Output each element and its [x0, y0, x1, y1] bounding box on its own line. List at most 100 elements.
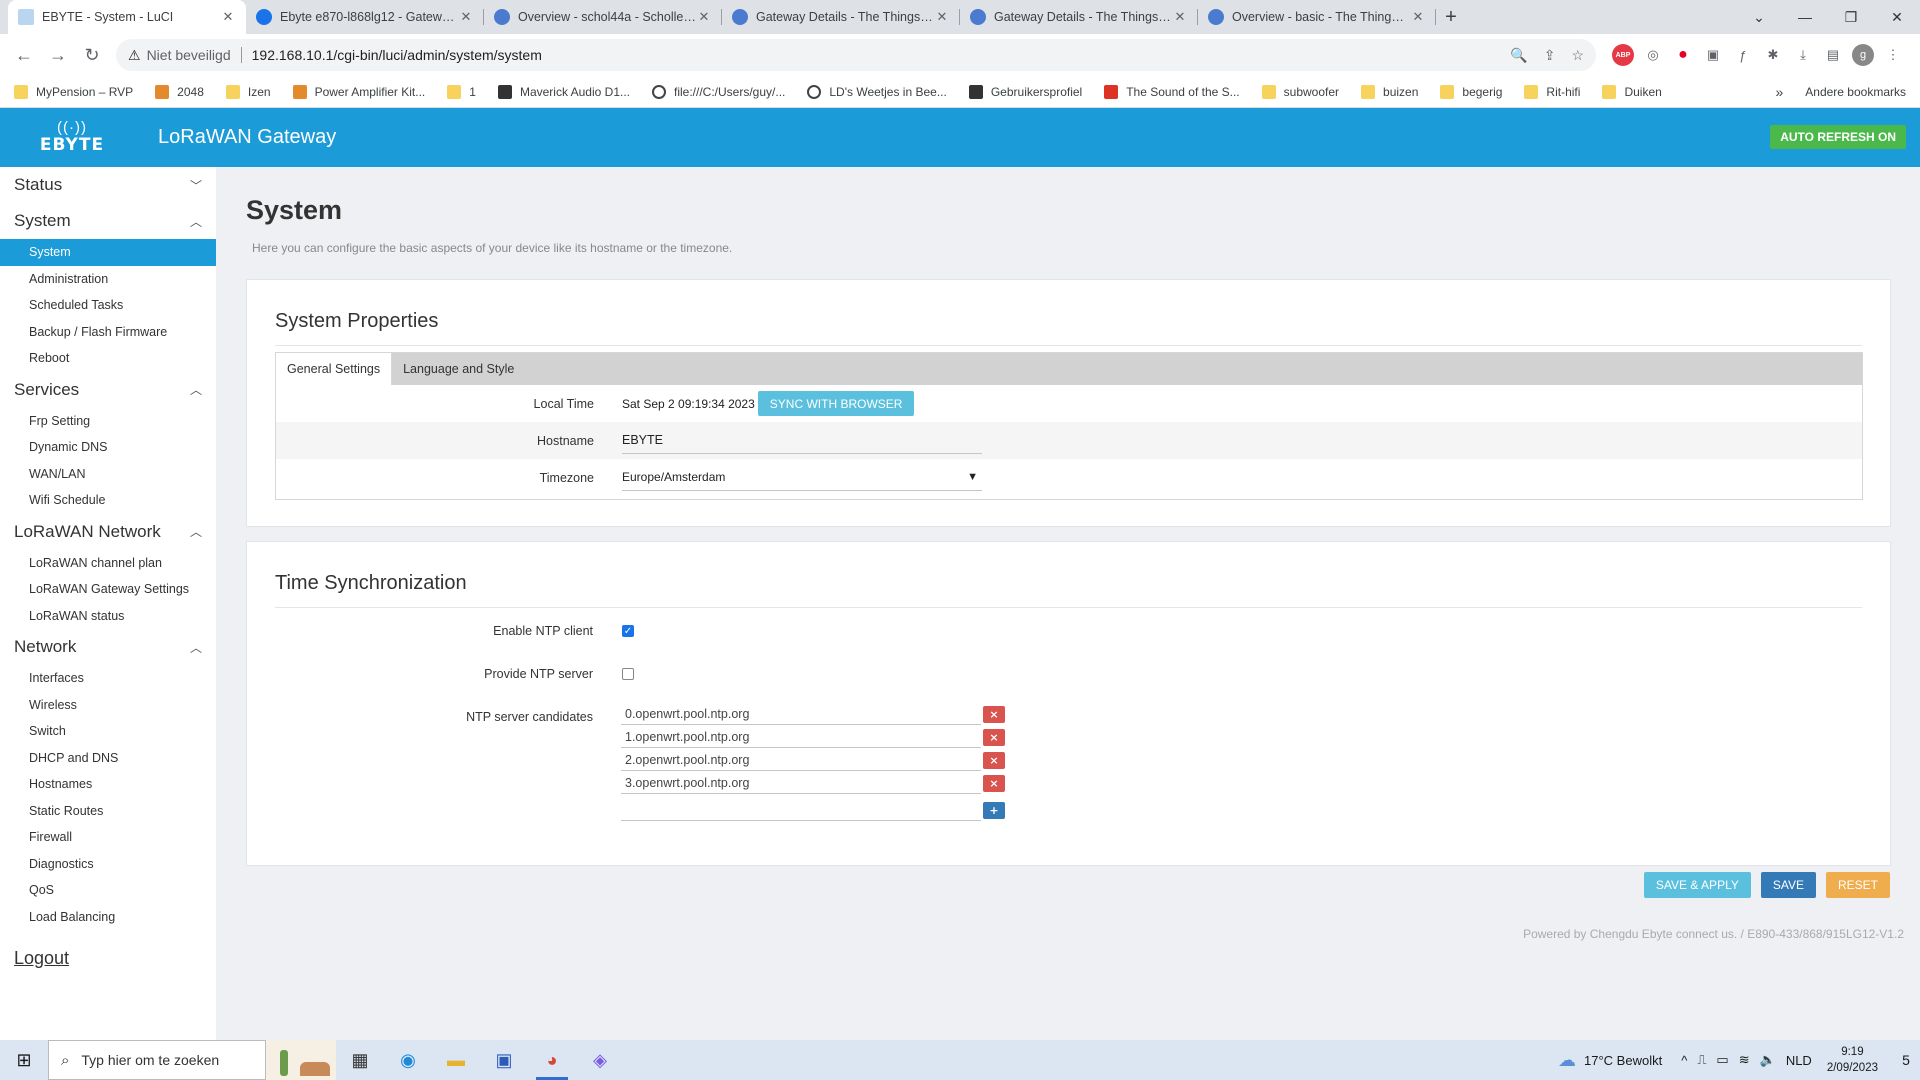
sidebar-item-frp-setting[interactable]: Frp Setting	[0, 408, 216, 435]
logout-link[interactable]: Logout	[0, 930, 216, 987]
sidebar-item-hostnames[interactable]: Hostnames	[0, 771, 216, 798]
close-icon[interactable]: ✕	[1172, 9, 1188, 25]
provide-ntp-checkbox[interactable]	[622, 668, 634, 680]
ntp-candidate-input[interactable]	[621, 727, 981, 748]
file-explorer-icon[interactable]: ▬	[432, 1040, 480, 1080]
security-label[interactable]: Niet beveiligd	[147, 47, 231, 63]
usb-icon[interactable]: ⎍	[1697, 1052, 1706, 1068]
maximize-button[interactable]: ❐	[1828, 0, 1874, 34]
sidebar-item-lorawan-gateway-settings[interactable]: LoRaWAN Gateway Settings	[0, 576, 216, 603]
windows-start-icon[interactable]: ⊞	[0, 1040, 48, 1080]
browser-tab[interactable]: Ebyte e870-l868lg12 - Gateways ✕	[246, 0, 484, 34]
browser-tab[interactable]: Overview - basic - The Things Ne ✕	[1198, 0, 1436, 34]
sidebar-item-firewall[interactable]: Firewall	[0, 824, 216, 851]
new-tab-button[interactable]: +	[1436, 0, 1466, 34]
browser-tab[interactable]: Overview - schol44a - Schollebee ✕	[484, 0, 722, 34]
sidebar-item-dynamic-dns[interactable]: Dynamic DNS	[0, 434, 216, 461]
sidepanel-icon[interactable]: ▤	[1822, 44, 1844, 66]
puzzle-icon[interactable]: ✱	[1762, 44, 1784, 66]
ntp-candidate-input[interactable]	[621, 704, 981, 725]
bookmark-item[interactable]: Gebruikersprofiel	[968, 84, 1082, 99]
remove-ntp-button[interactable]: ×	[983, 775, 1005, 792]
bookmark-item[interactable]: Duiken	[1602, 84, 1662, 99]
more-bookmarks-icon[interactable]: »	[1775, 84, 1783, 100]
add-ntp-button[interactable]: +	[983, 802, 1005, 819]
bookmark-item[interactable]: Power Amplifier Kit...	[292, 84, 425, 99]
sidebar-item-administration[interactable]: Administration	[0, 266, 216, 293]
close-icon[interactable]: ✕	[220, 9, 236, 25]
clock[interactable]: 9:19 2/09/2023	[1827, 1044, 1878, 1076]
sidebar-item-wireless[interactable]: Wireless	[0, 692, 216, 719]
sidebar-item-backup-flash-firmware[interactable]: Backup / Flash Firmware	[0, 319, 216, 346]
save-button[interactable]: SAVE	[1760, 872, 1816, 898]
bookmark-item[interactable]: subwoofer	[1261, 84, 1339, 99]
sidebar-item-interfaces[interactable]: Interfaces	[0, 665, 216, 692]
reload-button[interactable]: ↻	[78, 41, 106, 69]
timezone-select[interactable]: Europe/Amsterdam ▼	[622, 465, 982, 491]
bookmark-item[interactable]: Rit-hifi	[1524, 84, 1580, 99]
close-window-button[interactable]: ✕	[1874, 0, 1920, 34]
close-icon[interactable]: ✕	[696, 9, 712, 25]
bookmark-item[interactable]: LD's Weetjes in Bee...	[807, 84, 947, 99]
menu-group-status[interactable]: Status ﹀	[0, 167, 216, 203]
search-highlight-image[interactable]	[266, 1040, 336, 1080]
display-icon[interactable]: ▭	[1716, 1052, 1728, 1068]
sidebar-item-scheduled-tasks[interactable]: Scheduled Tasks	[0, 292, 216, 319]
sidebar-item-static-routes[interactable]: Static Routes	[0, 798, 216, 825]
remove-ntp-button[interactable]: ×	[983, 729, 1005, 746]
ntp-new-input[interactable]	[621, 800, 981, 821]
bookmark-item[interactable]: file:///C:/Users/guy/...	[652, 84, 785, 99]
store-icon[interactable]: ▣	[480, 1040, 528, 1080]
bookmark-item[interactable]: Izen	[225, 84, 271, 99]
wifi-icon[interactable]: ≋	[1739, 1052, 1750, 1068]
menu-group-services[interactable]: Services ︿	[0, 372, 216, 408]
language-indicator[interactable]: NLD	[1786, 1053, 1812, 1068]
bookmark-item[interactable]: buizen	[1361, 84, 1418, 99]
tab-general-settings[interactable]: General Settings	[276, 353, 393, 385]
remove-ntp-button[interactable]: ×	[983, 752, 1005, 769]
zoom-icon[interactable]: 🔍	[1510, 47, 1527, 64]
bookmark-item[interactable]: Maverick Audio D1...	[497, 84, 630, 99]
sidebar-item-dhcp-and-dns[interactable]: DHCP and DNS	[0, 745, 216, 772]
pinterest-icon[interactable]: ●	[1672, 44, 1694, 66]
enable-ntp-checkbox[interactable]: ✓	[622, 625, 634, 637]
sync-with-browser-button[interactable]: SYNC WITH BROWSER	[757, 391, 915, 416]
sidebar-item-load-balancing[interactable]: Load Balancing	[0, 904, 216, 931]
bookmark-item[interactable]: 1	[447, 84, 476, 99]
sidebar-item-system[interactable]: System	[0, 239, 216, 266]
sidebar-item-wifi-schedule[interactable]: Wifi Schedule	[0, 487, 216, 514]
browser-tab[interactable]: Gateway Details - The Things Sta ✕	[960, 0, 1198, 34]
weather-text[interactable]: 17°C Bewolkt	[1584, 1053, 1662, 1068]
browser-tab[interactable]: EBYTE - System - LuCI ✕	[8, 0, 246, 34]
bookmark-item[interactable]: begerig	[1440, 84, 1502, 99]
ntp-candidate-input[interactable]	[621, 750, 981, 771]
sidebar-item-reboot[interactable]: Reboot	[0, 345, 216, 372]
sidebar-item-lorawan-channel-plan[interactable]: LoRaWAN channel plan	[0, 550, 216, 577]
bookmark-item[interactable]: 2048	[155, 84, 204, 99]
share-icon[interactable]: ⇪	[1544, 47, 1556, 64]
remove-ntp-button[interactable]: ×	[983, 706, 1005, 723]
menu-icon[interactable]: ⋮	[1882, 44, 1904, 66]
browser-tab[interactable]: Gateway Details - The Things Sta ✕	[722, 0, 960, 34]
tab-language-and-style[interactable]: Language and Style	[392, 353, 525, 385]
warning-icon[interactable]: ⚠	[128, 47, 141, 64]
sidebar-item-qos[interactable]: QoS	[0, 877, 216, 904]
other-bookmarks[interactable]: Andere bookmarks	[1797, 85, 1906, 99]
hostname-input[interactable]	[622, 427, 982, 454]
close-icon[interactable]: ✕	[458, 9, 474, 25]
adblock-icon[interactable]: ABP	[1612, 44, 1634, 66]
extension-icon[interactable]: ◎	[1642, 44, 1664, 66]
reset-button[interactable]: RESET	[1825, 872, 1890, 898]
menu-group-system[interactable]: System ︿	[0, 203, 216, 239]
back-button[interactable]: ←	[10, 41, 38, 69]
profile-avatar[interactable]: g	[1852, 44, 1874, 66]
menu-group-network[interactable]: Network ︿	[0, 629, 216, 665]
chevron-up-icon[interactable]: ^	[1681, 1053, 1687, 1068]
sidebar-item-wan-lan[interactable]: WAN/LAN	[0, 461, 216, 488]
volume-icon[interactable]: 🔈	[1760, 1052, 1776, 1068]
forward-button[interactable]: →	[44, 41, 72, 69]
ntp-candidate-input[interactable]	[621, 773, 981, 794]
address-bar[interactable]: ⚠ Niet beveiligd 192.168.10.1/cgi-bin/lu…	[116, 39, 1596, 71]
auto-refresh-button[interactable]: AUTO REFRESH ON	[1770, 125, 1906, 149]
sidebar-item-diagnostics[interactable]: Diagnostics	[0, 851, 216, 878]
